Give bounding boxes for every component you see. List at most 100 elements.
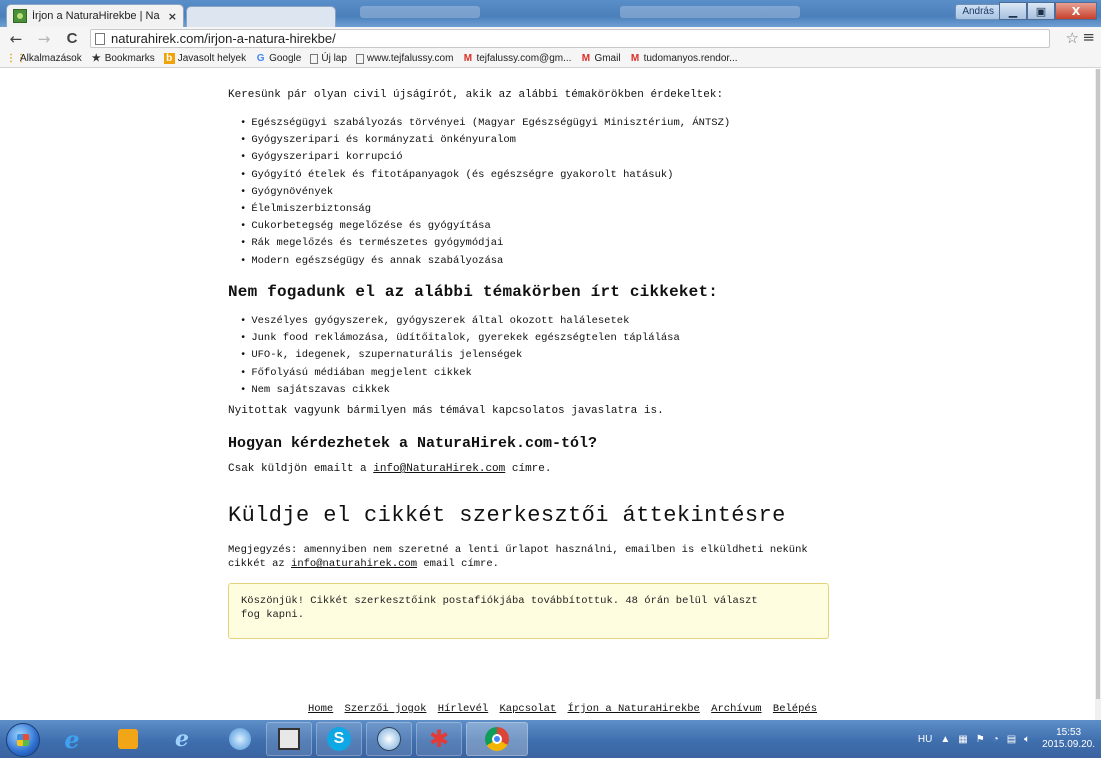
submission-note: Megjegyzés: amennyiben nem szeretné a le… — [228, 543, 878, 571]
maximize-button[interactable]: ▣ — [1027, 2, 1055, 20]
contact-suffix: címre. — [505, 463, 552, 475]
list-item: Gyógyító ételek és fitotápanyagok (és eg… — [240, 167, 730, 184]
bookmark-label: Új lap — [321, 53, 347, 64]
list-item: Főfolyású médiában megjelent cikkek — [240, 365, 680, 382]
bookmark-label: www.tejfalussy.com — [366, 53, 454, 64]
bookmark-label: Javasolt helyek — [177, 53, 247, 64]
tray-volume-icon[interactable]: 🔈︎ — [1024, 734, 1030, 745]
tab-close-icon[interactable]: × — [168, 10, 177, 23]
bookmark-google[interactable]: G Google — [255, 53, 302, 64]
tray-expand-icon[interactable]: ▲ — [940, 734, 950, 745]
skype-icon[interactable]: S — [316, 722, 362, 756]
list-item: Élelmiszerbiztonság — [240, 201, 730, 218]
footer-link-contact[interactable]: Kapcsolat — [500, 703, 557, 715]
bookmark-tejfalussy[interactable]: www.tejfalussy.com — [355, 53, 454, 64]
footer-link-newsletter[interactable]: Hírlevél — [438, 703, 488, 715]
note-prefix: cikkét az — [228, 558, 292, 570]
footer-link-home[interactable]: Home — [308, 703, 333, 715]
bookmark-javasolt[interactable]: b Javasolt helyek — [163, 53, 247, 64]
footer-link-archive[interactable]: Archívum — [711, 703, 761, 715]
network-icon[interactable] — [220, 722, 260, 756]
bookmark-label: tudomanyos.rendor... — [643, 53, 738, 64]
language-indicator[interactable]: HU — [918, 734, 932, 745]
outlook-icon[interactable] — [110, 722, 146, 756]
windows-taskbar: e ℯ S ✱ HU ▲ ▦ ⚑ ◔ ▤ 🔈︎ 15:53 2015.09.20… — [0, 720, 1101, 758]
gmail-icon: M — [630, 53, 640, 64]
ie-alt-icon[interactable]: ℯ — [162, 722, 202, 756]
site-favicon-icon — [13, 9, 27, 23]
forward-button[interactable]: → — [34, 30, 54, 48]
bookmark-label: Alkalmazások — [20, 53, 82, 64]
calculator-icon[interactable] — [266, 722, 312, 756]
url-text[interactable]: naturahirek.com/irjon-a-natura-hirekbe/ — [111, 31, 336, 46]
window-titlebar: Írjon a NaturaHirekbe | Na × András ▁ ▣ … — [0, 0, 1101, 27]
list-item: Veszélyes gyógyszerek, gyógyszerek által… — [240, 313, 680, 330]
contact-text: Csak küldjön emailt a info@NaturaHirek.c… — [228, 463, 551, 475]
bookmark-tejfalussy-gmail[interactable]: Mtejfalussy.com@gm... — [462, 53, 572, 64]
bookmark-label: Bookmarks — [104, 53, 155, 64]
bookmark-star-icon[interactable]: ☆ — [1066, 29, 1079, 47]
tray-network-icon[interactable]: ▤ — [1007, 734, 1016, 745]
footer-link-copyright[interactable]: Szerzői jogok — [345, 703, 427, 715]
list-item: UFO-k, idegenek, szupernaturális jelensé… — [240, 347, 680, 364]
close-window-button[interactable]: X — [1055, 2, 1097, 20]
internet-explorer-icon[interactable]: e — [52, 722, 92, 756]
page-content: Keresünk pár olyan civil újságírót, akik… — [0, 69, 1095, 720]
bookmarks-bar: ⋮⋮ Alkalmazások ★ Bookmarks b Javasolt hely… — [0, 50, 1101, 68]
footer-link-write[interactable]: Írjon a NaturaHirekbe — [568, 703, 700, 715]
contact-prefix: Csak küldjön emailt a — [228, 463, 374, 475]
new-tab-button[interactable] — [186, 6, 336, 27]
page-icon — [310, 53, 319, 64]
browser-app-icon[interactable] — [366, 722, 412, 756]
list-item: Modern egészségügy és annak szabályozása — [240, 253, 730, 270]
bookmark-gmail[interactable]: M Gmail — [580, 53, 621, 64]
chrome-menu-icon[interactable]: ≡ — [1082, 28, 1095, 46]
bookmark-apps[interactable]: ⋮⋮ Alkalmazások — [6, 53, 82, 64]
bookmark-tudomanyos[interactable]: Mtudomanyos.rendor... — [630, 53, 738, 64]
note-email-link[interactable]: info@naturahirek.com — [291, 558, 417, 570]
clock-date: 2015.09.20. — [1042, 739, 1095, 750]
browser-toolbar: ← → C naturahirek.com/irjon-a-natura-hir… — [0, 27, 1101, 50]
rejected-heading: Nem fogadunk el az alábbi témakörben írt… — [228, 283, 719, 301]
bookmark-label: tejfalussy.com@gm... — [476, 53, 572, 64]
submit-heading: Küldje el cikkét szerkesztői áttekintésr… — [228, 503, 786, 528]
blurred-title-area — [360, 6, 480, 18]
tray-grid-icon[interactable]: ▦ — [958, 734, 967, 745]
tray-flag-icon[interactable]: ⚑ — [976, 734, 985, 745]
browser-tab-active[interactable]: Írjon a NaturaHirekbe | Na × — [6, 4, 184, 27]
scrollbar-thumb[interactable] — [1096, 69, 1100, 699]
tab-title: Írjon a NaturaHirekbe | Na — [32, 10, 160, 22]
list-item: Nem sajátszavas cikkek — [240, 382, 680, 399]
google-icon: G — [256, 53, 265, 64]
gmail-icon: M — [463, 53, 473, 64]
reload-button[interactable]: C — [62, 30, 82, 47]
address-bar[interactable]: naturahirek.com/irjon-a-natura-hirekbe/ — [90, 29, 1050, 48]
note-line-2: cikkét az info@naturahirek.com email cím… — [228, 557, 878, 571]
start-button[interactable] — [6, 723, 40, 757]
chrome-taskbar-icon[interactable] — [466, 722, 528, 756]
list-item: Egészségügyi szabályozás törvényei (Magy… — [240, 115, 730, 132]
page-scrollbar[interactable] — [1095, 69, 1101, 720]
list-item: Junk food reklámozása, üdítőitalok, gyer… — [240, 330, 679, 347]
clock[interactable]: 15:53 2015.09.20. — [1042, 727, 1095, 751]
page-icon — [355, 53, 364, 64]
tray-update-icon[interactable]: ◔ — [993, 734, 999, 745]
profile-button[interactable]: András — [955, 4, 1001, 20]
success-line-1: Köszönjük! Cikkét szerkesztőink postafió… — [241, 595, 758, 607]
back-button[interactable]: ← — [6, 30, 26, 48]
rejected-topics-list: Veszélyes gyógyszerek, gyógyszerek által… — [240, 313, 680, 399]
minimize-button[interactable]: ▁ — [999, 2, 1027, 20]
bookmark-uj-lap[interactable]: Új lap — [310, 53, 347, 64]
success-line-2: fog kapni. — [241, 609, 305, 621]
note-line-1: Megjegyzés: amennyiben nem szeretné a le… — [228, 544, 808, 556]
list-item: Rák megelőzés és természetes gyógymódjai — [240, 235, 730, 252]
wanted-topics-list: Egészségügyi szabályozás törvényei (Magy… — [240, 115, 730, 270]
footer-link-login[interactable]: Belépés — [773, 703, 817, 715]
star-icon: ★ — [91, 53, 101, 64]
contact-email-link[interactable]: info@NaturaHirek.com — [373, 463, 505, 475]
bookmark-bookmarks[interactable]: ★ Bookmarks — [91, 53, 155, 64]
system-tray: HU ▲ ▦ ⚑ ◔ ▤ 🔈︎ 15:53 2015.09.20. — [910, 723, 1095, 755]
puzzle-app-icon[interactable]: ✱ — [416, 722, 462, 756]
list-item: Gyógyszeripari és kormányzati önkényural… — [240, 132, 730, 149]
page-icon — [95, 32, 105, 45]
